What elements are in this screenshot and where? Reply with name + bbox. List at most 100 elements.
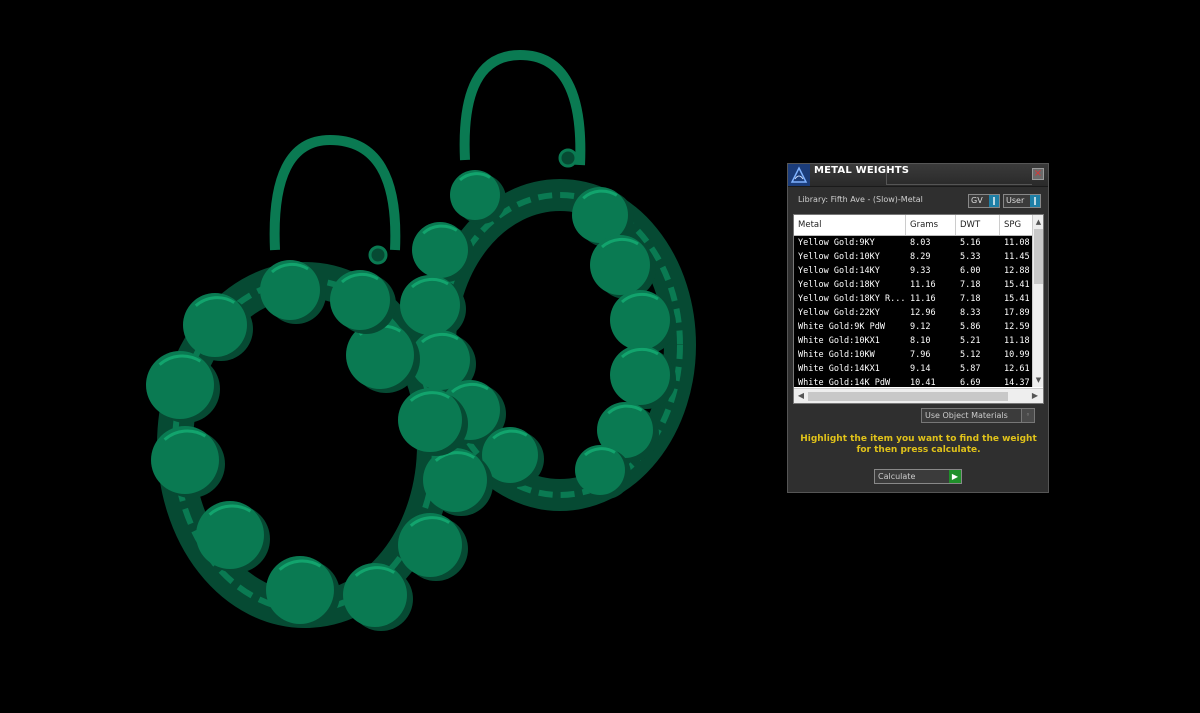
cell-grams: 9.14	[910, 364, 931, 374]
materials-select[interactable]: Use Object Materials ◦	[921, 408, 1035, 423]
left-disc-7	[398, 513, 462, 577]
table-horizontal-scrollbar[interactable]: ◀ ▶	[794, 388, 1043, 403]
panel-titlebar[interactable]: METAL WEIGHTS ×	[788, 164, 1048, 187]
cell-spg: 10.99	[1004, 350, 1030, 360]
cell-dwt: 5.87	[960, 364, 981, 374]
table-row[interactable]: White Gold:14KX1 9.14 5.87 12.61	[794, 362, 1032, 376]
metal-table[interactable]: Metal Grams DWT SPG Yellow Gold:9KY 8.03 5…	[793, 214, 1044, 404]
right-disc-1	[590, 235, 650, 295]
left-hook-loop	[368, 245, 388, 265]
left-ear-hook	[269, 134, 401, 251]
right-ear-hook	[459, 49, 586, 166]
metal-weights-panel: METAL WEIGHTS × Library: Fifth Ave - (Sl…	[787, 163, 1049, 493]
cell-grams: 11.16	[910, 280, 936, 290]
table-row[interactable]: White Gold:10KW 7.96 5.12 10.99	[794, 348, 1032, 362]
cell-metal: White Gold:14KX1	[798, 364, 880, 374]
column-header-grams[interactable]: Grams	[906, 215, 956, 235]
cell-dwt: 5.12	[960, 350, 981, 360]
scroll-down-icon[interactable]: ▼	[1034, 375, 1043, 385]
cell-spg: 12.61	[1004, 364, 1030, 374]
cell-metal: Yellow Gold:14KY	[798, 266, 880, 276]
left-disc-11	[330, 270, 390, 330]
unit-select-value: GV	[971, 196, 983, 205]
cell-dwt: 6.69	[960, 378, 981, 387]
calculate-go-icon[interactable]: ▶	[949, 470, 961, 483]
left-disc-0	[260, 260, 320, 320]
cell-grams: 12.96	[910, 308, 936, 318]
cell-spg: 11.08	[1004, 238, 1030, 248]
library-label: Library: Fifth Ave - (Slow)-Metal	[798, 195, 923, 204]
cell-metal: Yellow Gold:18KY R...	[798, 294, 906, 304]
right-disc-7	[412, 222, 468, 278]
cell-dwt: 5.33	[960, 252, 981, 262]
cell-spg: 11.45	[1004, 252, 1030, 262]
calculate-label: Calculate	[878, 472, 916, 481]
table-body: Yellow Gold:9KY 8.03 5.16 11.08 Yellow Gold:…	[794, 236, 1032, 387]
cell-metal: Yellow Gold:10KY	[798, 252, 880, 262]
cell-dwt: 7.18	[960, 280, 981, 290]
cell-spg: 12.88	[1004, 266, 1030, 276]
left-disc-3	[151, 426, 219, 494]
mode-select-button[interactable]: ‖	[1030, 195, 1040, 207]
cell-grams: 7.96	[910, 350, 931, 360]
metal-weights-logo-icon	[788, 164, 810, 186]
cell-dwt: 6.00	[960, 266, 981, 276]
cell-spg: 15.41	[1004, 294, 1030, 304]
cell-spg: 12.59	[1004, 322, 1030, 332]
title-tab-area	[886, 164, 1032, 185]
cell-metal: Yellow Gold:22KY	[798, 308, 880, 318]
table-vertical-scrollbar[interactable]: ▲ ▼	[1032, 215, 1043, 387]
table-row[interactable]: Yellow Gold:14KY 9.33 6.00 12.88	[794, 264, 1032, 278]
left-disc-9	[398, 388, 462, 452]
scroll-left-icon[interactable]: ◀	[796, 391, 806, 401]
calculate-button[interactable]: Calculate ▶	[874, 469, 962, 484]
cell-metal: White Gold:10KW	[798, 350, 875, 360]
right-disc-2	[610, 290, 670, 350]
unit-select[interactable]: GV ‖	[968, 194, 1000, 208]
materials-select-button[interactable]: ◦	[1021, 409, 1034, 422]
cell-dwt: 5.21	[960, 336, 981, 346]
cell-spg: 11.18	[1004, 336, 1030, 346]
table-row[interactable]: White Gold:9K PdW 9.12 5.86 12.59	[794, 320, 1032, 334]
right-disc-0	[572, 187, 628, 243]
table-row[interactable]: Yellow Gold:18KY R... 11.16 7.18 15.41	[794, 292, 1032, 306]
table-row[interactable]: Yellow Gold:9KY 8.03 5.16 11.08	[794, 236, 1032, 250]
cell-metal: White Gold:14K PdW	[798, 378, 891, 387]
cell-metal: White Gold:10KX1	[798, 336, 880, 346]
cell-spg: 14.37	[1004, 378, 1030, 387]
cell-dwt: 5.86	[960, 322, 981, 332]
cell-grams: 8.10	[910, 336, 931, 346]
table-row[interactable]: Yellow Gold:10KY 8.29 5.33 11.45	[794, 250, 1032, 264]
left-disc-4	[196, 501, 264, 569]
table-row[interactable]: Yellow Gold:18KY 11.16 7.18 15.41	[794, 278, 1032, 292]
right-hook-loop	[558, 148, 578, 168]
vertical-scroll-thumb[interactable]	[1034, 229, 1043, 284]
right-disc-8	[400, 275, 460, 335]
table-header: Metal Grams DWT SPG	[794, 215, 1032, 236]
cell-spg: 17.89	[1004, 308, 1030, 318]
mode-select-value: User	[1006, 196, 1025, 205]
cell-grams: 9.12	[910, 322, 931, 332]
close-button[interactable]: ×	[1032, 168, 1044, 180]
cell-spg: 15.41	[1004, 280, 1030, 290]
column-header-dwt[interactable]: DWT	[956, 215, 1000, 235]
cell-grams: 9.33	[910, 266, 931, 276]
scroll-up-icon[interactable]: ▲	[1034, 217, 1043, 227]
mode-select[interactable]: User ‖	[1003, 194, 1041, 208]
scroll-right-icon[interactable]: ▶	[1030, 391, 1040, 401]
cell-dwt: 8.33	[960, 308, 981, 318]
unit-select-button[interactable]: ‖	[989, 195, 999, 207]
left-disc-1	[183, 293, 247, 357]
table-row[interactable]: White Gold:14K PdW 10.41 6.69 14.37	[794, 376, 1032, 387]
column-header-metal[interactable]: Metal	[794, 215, 906, 235]
right-disc-5	[575, 445, 625, 495]
left-disc-6	[343, 563, 407, 627]
right-disc-3	[610, 345, 670, 405]
left-disc-5	[266, 556, 334, 624]
cell-grams: 8.03	[910, 238, 931, 248]
table-row[interactable]: Yellow Gold:22KY 12.96 8.33 17.89	[794, 306, 1032, 320]
cell-dwt: 7.18	[960, 294, 981, 304]
column-header-spg[interactable]: SPG	[1000, 215, 1032, 235]
table-row[interactable]: White Gold:10KX1 8.10 5.21 11.18	[794, 334, 1032, 348]
horizontal-scroll-thumb[interactable]	[808, 392, 1008, 401]
